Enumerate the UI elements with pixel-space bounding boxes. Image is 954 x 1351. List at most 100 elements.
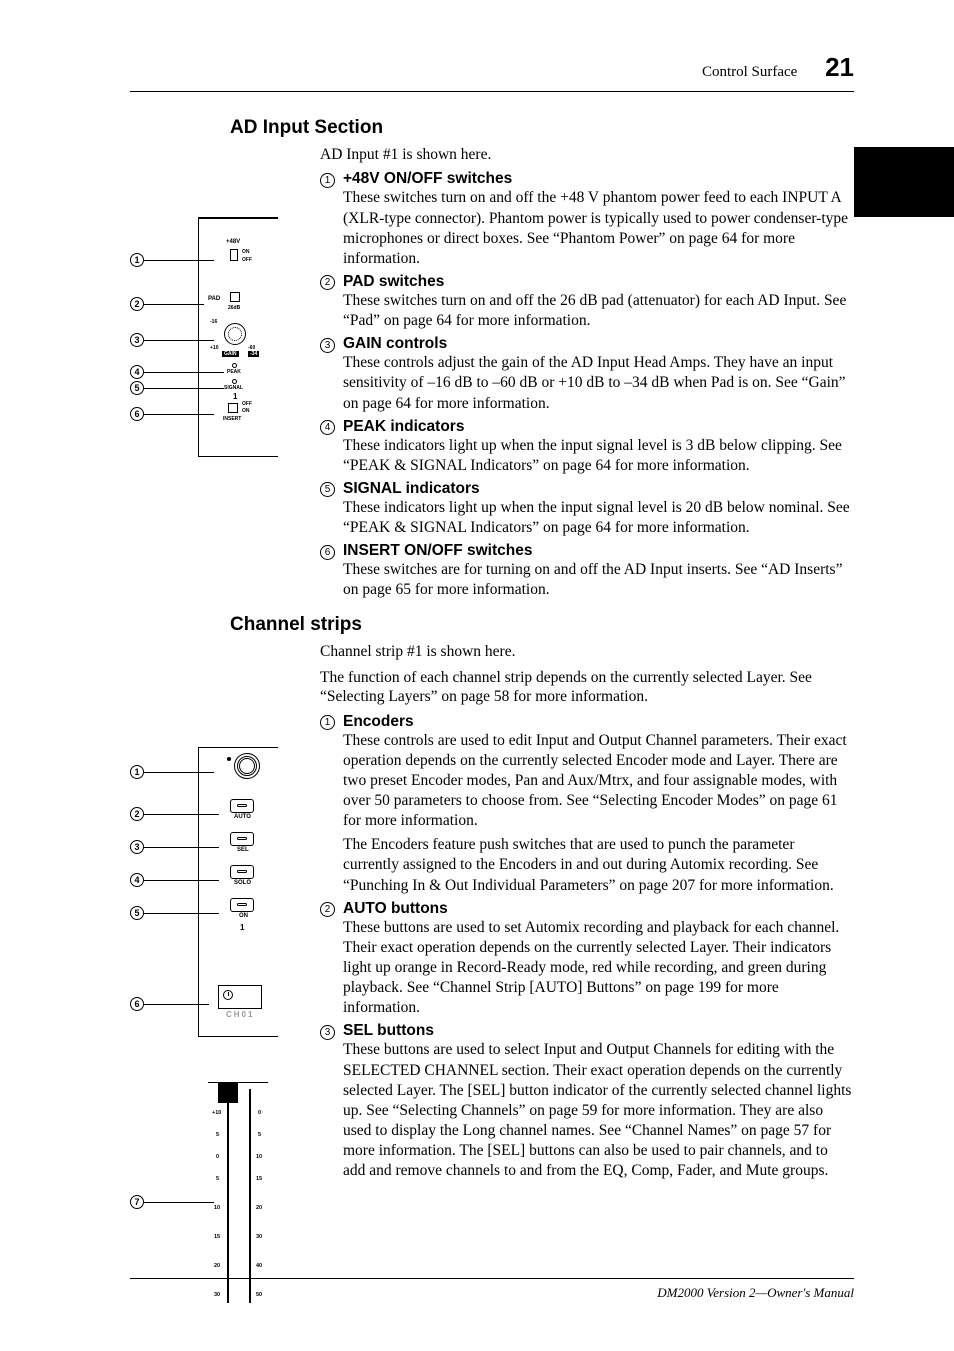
cs-co-7: 7 [130, 1195, 144, 1209]
led-peak [232, 363, 237, 368]
page-footer: DM2000 Version 2—Owner's Manual [130, 1278, 854, 1301]
tl4: 10 [214, 1205, 220, 1211]
ad-co-2: 2 [130, 297, 144, 311]
content-area: AD Input Section AD Input #1 is shown he… [130, 107, 854, 1185]
lbl-on: ON [242, 249, 250, 255]
cs-co-2: 2 [130, 807, 144, 821]
chapter-tab [854, 147, 954, 217]
ad-h-1: +48V ON/OFF switches [343, 170, 512, 188]
cs-b-1a: These controls are used to edit Input an… [343, 731, 854, 832]
sw-pad [230, 292, 240, 302]
ad-num-3: 3 [320, 338, 335, 353]
tl1: 5 [216, 1132, 219, 1138]
tl3: 5 [216, 1176, 219, 1182]
cs-h-2: AUTO buttons [343, 900, 448, 918]
tl0: +10 [212, 1110, 221, 1116]
ad-num-2: 2 [320, 275, 335, 290]
cs-section-title: Channel strips [230, 614, 854, 636]
lbl-insert: INSERT [223, 416, 241, 422]
cs-b-2: These buttons are used to set Automix re… [343, 918, 854, 1019]
lbl-ins-off: OFF [242, 401, 252, 407]
btn-sel [230, 832, 254, 846]
ad-intro: AD Input #1 is shown here. [320, 145, 854, 164]
cs-co-5: 5 [130, 906, 144, 920]
cs-h-1: Encoders [343, 713, 414, 731]
cs-co-6: 6 [130, 997, 144, 1011]
ad-co-6: 6 [130, 407, 144, 421]
led-signal [232, 379, 237, 384]
ad-b-1: These switches turn on and off the +48 V… [343, 188, 854, 269]
lbl-adch: 1 [233, 392, 237, 401]
lbl-26db: 26dB [228, 305, 240, 311]
ad-co-5: 5 [130, 381, 144, 395]
ad-b-2: These switches turn on and off the 26 dB… [343, 291, 854, 331]
cs-co-3: 3 [130, 840, 144, 854]
page-number: 21 [825, 52, 854, 82]
ad-num-4: 4 [320, 420, 335, 435]
lbl-solo: SOLO [234, 880, 251, 886]
tr4: 20 [256, 1205, 262, 1211]
ad-section-title: AD Input Section [230, 117, 854, 139]
cs-h-3: SEL buttons [343, 1022, 434, 1040]
tr2: 10 [256, 1154, 262, 1160]
lbl-gain-l: +10 [210, 345, 218, 351]
tr0: 0 [258, 1110, 261, 1116]
fader-cap-icon [218, 1083, 238, 1103]
lbl-pad: PAD [208, 296, 220, 302]
cs-b-1b: The Encoders feature push switches that … [343, 835, 854, 895]
lbl-csch: 1 [240, 923, 244, 932]
encoder-knob [234, 753, 260, 779]
scribble-display [218, 985, 262, 1009]
lbl-48v: +48V [226, 239, 240, 245]
ad-b-6: These switches are for turning on and of… [343, 560, 854, 600]
tl6: 20 [214, 1263, 220, 1269]
cs-b-3: These buttons are used to select Input a… [343, 1040, 854, 1181]
tl5: 15 [214, 1234, 220, 1240]
ad-h-4: PEAK indicators [343, 418, 464, 436]
ad-b-3: These controls adjust the gain of the AD… [343, 353, 854, 413]
lbl-cson: ON [239, 913, 248, 919]
knob-gain [224, 323, 246, 345]
lbl-sel: SEL [237, 847, 249, 853]
cs-num-1: 1 [320, 715, 335, 730]
clock-icon [223, 990, 233, 1000]
tr3: 15 [256, 1176, 262, 1182]
cs-co-4: 4 [130, 873, 144, 887]
lbl-peak: PEAK [227, 369, 241, 375]
lbl-gain-min: -16 [210, 319, 217, 325]
ad-co-1: 1 [130, 253, 144, 267]
ad-h-5: SIGNAL indicators [343, 480, 480, 498]
ad-b-4: These indicators light up when the input… [343, 436, 854, 476]
ad-diagram: 1 2 3 4 5 6 +48V ON OFF PAD 26dB -16 +10… [130, 217, 290, 507]
lbl-gain-max: -34 [248, 351, 259, 357]
lbl-gain: GAIN [222, 351, 239, 357]
btn-auto [230, 799, 254, 813]
cs-num-2: 2 [320, 902, 335, 917]
ad-h-2: PAD switches [343, 273, 444, 291]
cs-intro2: The function of each channel strip depen… [320, 668, 854, 707]
tr5: 30 [256, 1234, 262, 1240]
encoder-dot-icon [227, 757, 231, 761]
header-section: Control Surface [702, 64, 797, 80]
ad-h-6: INSERT ON/OFF switches [343, 542, 532, 560]
tr1: 5 [258, 1132, 261, 1138]
cs-co-1: 1 [130, 765, 144, 779]
sw-48v [230, 249, 238, 261]
page-header: Control Surface 21 [130, 52, 854, 92]
ad-num-5: 5 [320, 482, 335, 497]
fader-slot [227, 1103, 229, 1303]
lbl-signal: SIGNAL [224, 385, 243, 391]
lbl-chdisp: CH01 [226, 1010, 254, 1019]
sw-insert [228, 403, 238, 413]
ad-num-1: 1 [320, 173, 335, 188]
btn-on [230, 898, 254, 912]
ad-co-4: 4 [130, 365, 144, 379]
cs-num-3: 3 [320, 1025, 335, 1040]
btn-solo [230, 865, 254, 879]
tl2: 0 [216, 1154, 219, 1160]
ad-co-3: 3 [130, 333, 144, 347]
lbl-auto: AUTO [234, 814, 251, 820]
fader-slot-2 [249, 1089, 251, 1303]
ad-num-6: 6 [320, 545, 335, 560]
tr6: 40 [256, 1263, 262, 1269]
